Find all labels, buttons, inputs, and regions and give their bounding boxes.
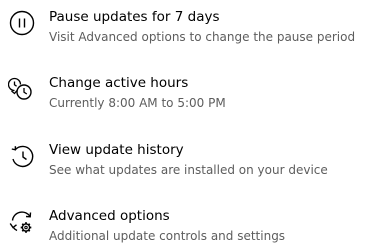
- change-active-hours-subtitle: Currently 8:00 AM to 5:00 PM: [49, 96, 226, 110]
- pause-updates-title: Pause updates for 7 days: [49, 9, 220, 25]
- sync-gear-icon: [8, 208, 36, 236]
- advanced-options-subtitle: Additional update controls and settings: [49, 229, 286, 243]
- advanced-options-option[interactable]: Advanced options Additional update contr…: [0, 199, 367, 246]
- advanced-options-title: Advanced options: [49, 208, 170, 224]
- history-icon: [8, 142, 36, 170]
- change-active-hours-title: Change active hours: [49, 75, 189, 91]
- active-hours-clock-icon: [8, 75, 36, 103]
- view-update-history-title: View update history: [49, 142, 184, 158]
- pause-updates-subtitle: Visit Advanced options to change the pau…: [49, 30, 356, 44]
- view-update-history-option[interactable]: View update history See what updates are…: [0, 133, 367, 185]
- change-active-hours-option[interactable]: Change active hours Currently 8:00 AM to…: [0, 66, 367, 118]
- pause-circle-icon: [8, 9, 36, 37]
- pause-updates-option[interactable]: Pause updates for 7 days Visit Advanced …: [0, 0, 367, 52]
- view-update-history-subtitle: See what updates are installed on your d…: [49, 163, 328, 177]
